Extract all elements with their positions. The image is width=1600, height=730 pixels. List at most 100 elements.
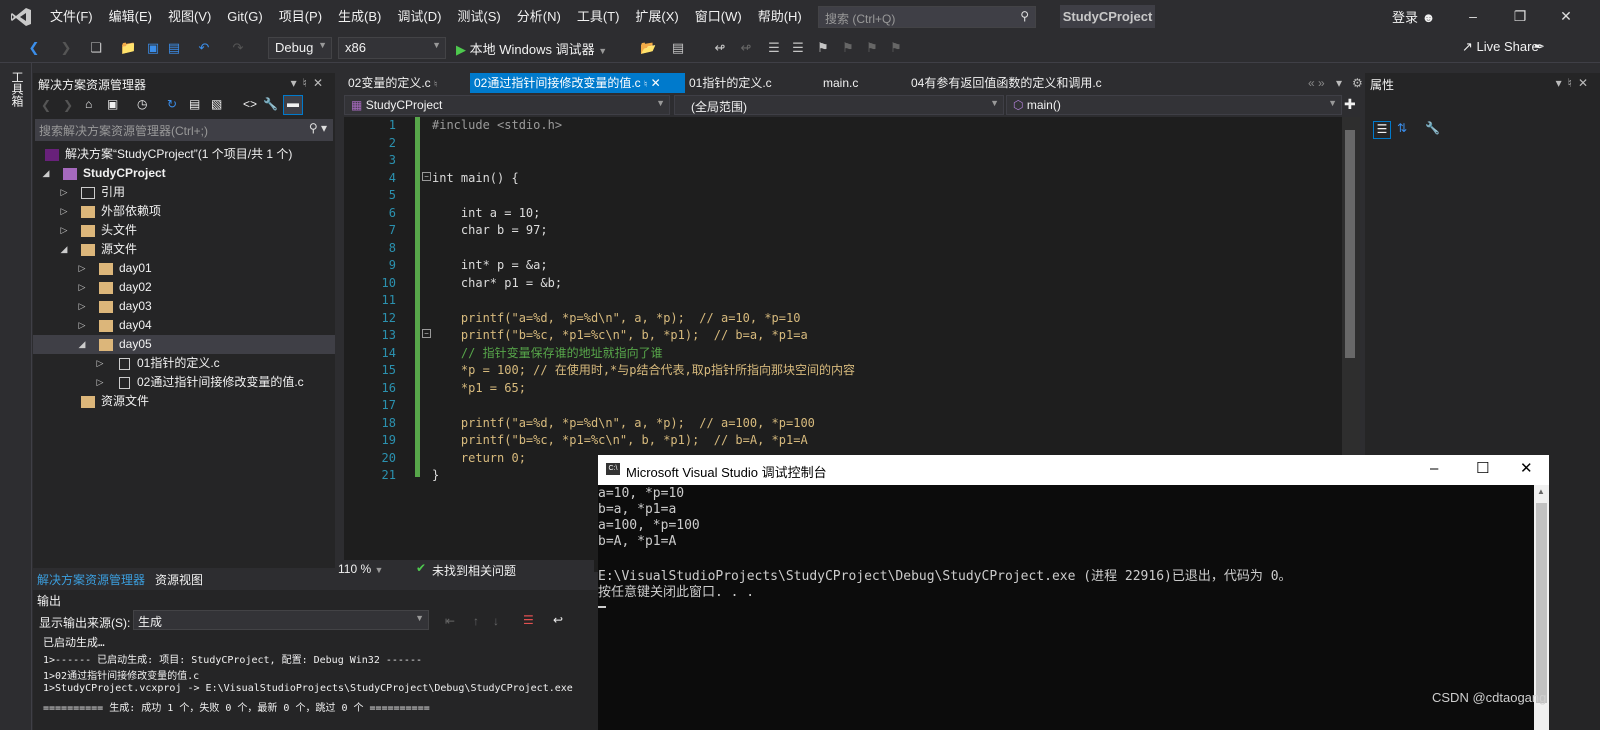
expand-arrow-icon[interactable]: ▷ — [59, 202, 69, 221]
home-icon[interactable]: ⌂ — [85, 97, 92, 111]
expand-arrow-icon[interactable]: ▷ — [77, 259, 87, 278]
undo-icon[interactable]: ↶ — [196, 40, 212, 56]
step-icon[interactable]: ↫ — [712, 40, 728, 56]
tree-node-external-deps[interactable]: ▷ 外部依赖项 — [33, 202, 335, 221]
bookmark-prev-icon[interactable]: ⚑ — [840, 40, 856, 56]
alphabetical-icon[interactable]: ⇅ — [1397, 121, 1407, 135]
live-share-button[interactable]: ↗ Live Share — [1462, 39, 1539, 55]
tree-node-file[interactable]: ▷ 02通过指针间接修改变量的值.c — [33, 373, 335, 392]
scope-dropdown[interactable]: (全局范围) ▼ — [674, 95, 1004, 115]
switch-view-icon[interactable]: ▣ — [107, 97, 118, 111]
editor-tab[interactable]: main.c — [819, 73, 907, 93]
editor-tab[interactable]: 02变量的定义.c ♮ — [344, 73, 470, 93]
pending-changes-icon[interactable]: ◷ — [137, 97, 147, 111]
tab-list-icon[interactable]: ▾ — [1332, 73, 1342, 93]
project-dropdown[interactable]: ▦ StudyCProject ▼ — [344, 95, 670, 115]
menu-build[interactable]: 生成(B) — [330, 0, 389, 33]
tree-node-day05[interactable]: ◢ day05 — [33, 335, 335, 354]
tree-node-file[interactable]: ▷ 01指针的定义.c — [33, 354, 335, 373]
redo-icon[interactable]: ↷ — [230, 40, 246, 56]
pin-icon[interactable]: ♮ — [434, 79, 437, 89]
align-icon[interactable]: ☰ — [766, 40, 782, 56]
open-folder-icon[interactable]: 📁 — [120, 40, 136, 56]
scroll-up-icon[interactable]: ▲ — [1537, 487, 1545, 496]
tab-resource-view[interactable]: 资源视图 — [155, 571, 203, 588]
forward-icon[interactable]: ❯ — [58, 40, 74, 56]
pin-icon[interactable]: ♮ — [303, 76, 313, 90]
fold-icon[interactable]: − — [422, 172, 431, 181]
issues-status[interactable]: 未找到相关问题 — [432, 562, 516, 579]
expand-arrow-icon[interactable]: ▷ — [77, 297, 87, 316]
menu-edit[interactable]: 编辑(E) — [101, 0, 160, 33]
expand-arrow-icon[interactable]: ▷ — [77, 316, 87, 335]
tree-node-day03[interactable]: ▷ day03 — [33, 297, 335, 316]
tree-node-solution[interactable]: 解决方案“StudyCProject”(1 个项目/共 1 个) — [33, 145, 335, 164]
menu-window[interactable]: 窗口(W) — [687, 0, 750, 33]
dropdown-icon[interactable]: ▾ — [1556, 76, 1568, 90]
configuration-select[interactable]: Debug ▼ — [268, 37, 332, 59]
expand-arrow-icon[interactable]: ▷ — [95, 373, 105, 392]
pin-icon[interactable]: ♮ — [1568, 76, 1578, 90]
zoom-select[interactable]: 110 % ▼ — [338, 562, 383, 576]
editor-tab[interactable]: 04有参有返回值函数的定义和调用.c — [907, 73, 1137, 93]
split-icon[interactable]: ✚ — [1344, 96, 1356, 113]
editor-tab[interactable]: 01指针的定义.c — [685, 73, 819, 93]
menu-project[interactable]: 项目(P) — [271, 0, 330, 33]
next-message-icon[interactable]: ↓ — [493, 614, 499, 628]
scroll-tabs-icon[interactable]: « » — [1304, 73, 1325, 93]
tree-node-header-files[interactable]: ▷ 头文件 — [33, 221, 335, 240]
start-debugging-button[interactable]: ▶ 本地 Windows 调试器 ▼ — [456, 39, 607, 58]
expand-arrow-icon[interactable]: ▷ — [59, 183, 69, 202]
restore-icon[interactable]: ❐ — [1510, 6, 1530, 26]
debug-console-window[interactable]: C:\ Microsoft Visual Studio 调试控制台 – ☐ ✕ … — [598, 455, 1549, 730]
maximize-icon[interactable]: ☐ — [1476, 459, 1489, 477]
collapse-arrow-icon[interactable]: ◢ — [59, 240, 69, 259]
expand-arrow-icon[interactable]: ▷ — [95, 354, 105, 373]
minimize-icon[interactable]: – — [1463, 6, 1483, 26]
menu-file[interactable]: 文件(F) — [42, 0, 101, 33]
member-dropdown[interactable]: ⬡ main() ▼ — [1006, 95, 1342, 115]
code-icon[interactable]: <> — [243, 97, 257, 111]
tree-node-day04[interactable]: ▷ day04 — [33, 316, 335, 335]
preview-icon[interactable]: ▬ — [283, 95, 303, 115]
dropdown-icon[interactable]: ▾ — [291, 76, 303, 90]
fold-icon[interactable]: − — [422, 329, 431, 338]
platform-select[interactable]: x86 ▼ — [338, 37, 446, 59]
feedback-icon[interactable]: ✒ — [1534, 39, 1545, 55]
expand-arrow-icon[interactable]: ▷ — [59, 221, 69, 240]
bookmark-clear-icon[interactable]: ⚑ — [888, 40, 904, 56]
tree-node-references[interactable]: ▷ 引用 — [33, 183, 335, 202]
indent-icon[interactable]: ☰ — [790, 40, 806, 56]
show-all-files-icon[interactable]: ▧ — [211, 97, 222, 111]
editor-tab-active[interactable]: 02通过指针间接修改变量的值.c ♮ ✕ — [470, 73, 685, 93]
back-icon[interactable]: ❮ — [41, 98, 51, 112]
settings-gear-icon[interactable]: ⚙ — [1348, 73, 1363, 93]
bookmark-next-icon[interactable]: ⚑ — [864, 40, 880, 56]
solution-explorer-search[interactable]: 搜索解决方案资源管理器(Ctrl+;) ⚲ ▾ — [35, 119, 333, 141]
save-all-icon[interactable]: ▤ — [166, 40, 182, 56]
goto-icon[interactable]: ⇤ — [445, 614, 455, 628]
menu-extensions[interactable]: 扩展(X) — [627, 0, 686, 33]
search-input[interactable]: 搜索 (Ctrl+Q) ⚲ — [818, 6, 1036, 28]
browse-icon[interactable]: ▤ — [670, 40, 686, 56]
sync-icon[interactable]: ↻ — [167, 97, 177, 111]
word-wrap-icon[interactable]: ↩ — [553, 613, 563, 627]
new-project-icon[interactable]: ❏ — [88, 40, 104, 56]
minimize-icon[interactable]: – — [1430, 460, 1438, 477]
tree-node-project[interactable]: ◢ StudyCProject — [33, 164, 335, 183]
close-icon[interactable]: ✕ — [1556, 6, 1576, 26]
pin-icon[interactable]: ♮ — [644, 79, 647, 89]
menu-view[interactable]: 视图(V) — [160, 0, 219, 33]
console-scrollbar-thumb[interactable] — [1536, 503, 1547, 703]
close-icon[interactable]: ✕ — [313, 76, 329, 90]
close-icon[interactable]: ✕ — [1578, 76, 1594, 90]
tree-node-source-files[interactable]: ◢ 源文件 — [33, 240, 335, 259]
menu-analyze[interactable]: 分析(N) — [509, 0, 569, 33]
property-pages-icon[interactable]: 🔧 — [1425, 121, 1440, 135]
clear-all-icon[interactable]: ☰ — [523, 613, 534, 627]
tree-node-day01[interactable]: ▷ day01 — [33, 259, 335, 278]
menu-help[interactable]: 帮助(H) — [750, 0, 810, 33]
close-icon[interactable]: ✕ — [651, 76, 661, 90]
collapse-all-icon[interactable]: ▤ — [189, 97, 200, 111]
menu-tools[interactable]: 工具(T) — [569, 0, 628, 33]
